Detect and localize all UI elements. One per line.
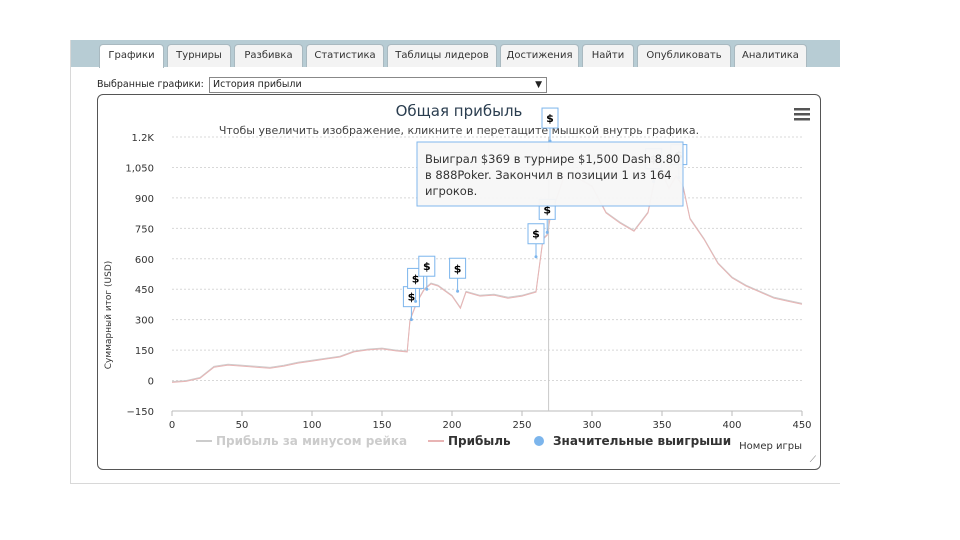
legend-label: Значительные выигрыши	[553, 434, 731, 448]
app-window: Графики Турниры Разбивка Статистика Таблицы …	[70, 40, 840, 484]
x-tick-label: 0	[169, 420, 175, 431]
chart-title: Общая прибыль	[396, 102, 523, 120]
x-axis-title: Номер игры	[739, 441, 802, 452]
profit-chart[interactable]: Общая прибыль Чтобы увеличить изображени…	[98, 95, 820, 469]
tab-1[interactable]: Графики	[99, 44, 164, 68]
tab-8[interactable]: Опубликовать	[637, 44, 731, 67]
x-tick-label: 450	[792, 420, 811, 431]
marker-label: $	[412, 272, 420, 285]
x-tick-label: 400	[722, 420, 741, 431]
legend-item-2[interactable]: Прибыль	[428, 434, 511, 448]
y-tick-label: 1,050	[125, 163, 154, 174]
x-tick-label: 300	[582, 420, 601, 431]
legend-item-3[interactable]: Значительные выигрыши	[534, 434, 731, 448]
marker-point	[409, 318, 413, 322]
marker-point	[545, 230, 549, 234]
y-tick-label: −150	[127, 407, 154, 418]
tab-4[interactable]: Статистика	[306, 44, 384, 67]
y-tick-label: 0	[148, 377, 154, 388]
x-axis-ticks: 0 50 100 150 200 250 300 350 400 450	[169, 410, 812, 431]
y-tick-label: 1.2K	[132, 133, 155, 144]
tab-6[interactable]: Достижения	[500, 44, 579, 67]
chart-selector-dropdown[interactable]: История прибыли ▼	[209, 77, 547, 93]
chart-selector-label: Выбранные графики:	[97, 79, 204, 90]
tab-2[interactable]: Турниры	[167, 44, 231, 67]
x-tick-label: 200	[442, 420, 461, 431]
legend-label: Прибыль за минусом рейка	[216, 434, 407, 448]
tab-bar: Графики Турниры Разбивка Статистика Таблицы …	[71, 40, 840, 68]
x-tick-label: 350	[652, 420, 671, 431]
y-tick-label: 750	[135, 224, 154, 235]
chart-subtitle: Чтобы увеличить изображение, кликните и …	[219, 124, 699, 137]
legend-label: Прибыль	[448, 434, 511, 448]
big-win-marker[interactable]: $	[449, 257, 467, 293]
marker-point	[534, 255, 538, 259]
marker-label: $	[408, 291, 416, 304]
tab-9[interactable]: Аналитика	[734, 44, 807, 67]
marker-label: $	[423, 260, 431, 273]
x-tick-label: 150	[372, 420, 391, 431]
chart-container[interactable]: Общая прибыль Чтобы увеличить изображени…	[97, 94, 821, 470]
tab-3[interactable]: Разбивка	[234, 44, 303, 67]
x-tick-label: 50	[236, 420, 249, 431]
tab-5[interactable]: Таблицы лидеров	[387, 44, 497, 67]
y-tick-label: 300	[135, 316, 154, 327]
big-win-marker[interactable]: $	[402, 286, 420, 322]
x-tick-label: 100	[302, 420, 321, 431]
marker-point	[414, 299, 418, 303]
marker-label: $	[532, 228, 540, 241]
legend[interactable]: Прибыль за минусом рейка Прибыль Значитель…	[196, 434, 731, 448]
tooltip: Выиграл $369 в турнире $1,500 Dash 8.80 в…	[416, 141, 684, 207]
marker-label: $	[546, 112, 554, 125]
y-tick-label: 600	[135, 255, 154, 266]
chevron-down-icon: ▼	[535, 80, 542, 90]
x-tick-label: 250	[512, 420, 531, 431]
y-tick-label: 150	[135, 346, 154, 357]
resize-grip-icon[interactable]: ⟋	[810, 455, 816, 465]
y-tick-label: 900	[135, 194, 154, 205]
legend-item-1[interactable]: Прибыль за минусом рейка	[196, 434, 407, 448]
legend-symbol	[534, 436, 544, 446]
marker-point	[425, 287, 429, 291]
y-tick-label: 450	[135, 285, 154, 296]
chart-selector-value: История прибыли	[213, 79, 302, 90]
marker-point	[456, 289, 460, 293]
menu-icon[interactable]	[794, 108, 810, 121]
y-axis-ticks: −150 0 150 300 450 600 750 900 1,050 1.2K	[125, 133, 154, 418]
marker-label: $	[454, 262, 462, 275]
tab-7[interactable]: Найти	[582, 44, 634, 67]
y-axis-title: Суммарный итог (USD)	[104, 261, 114, 370]
